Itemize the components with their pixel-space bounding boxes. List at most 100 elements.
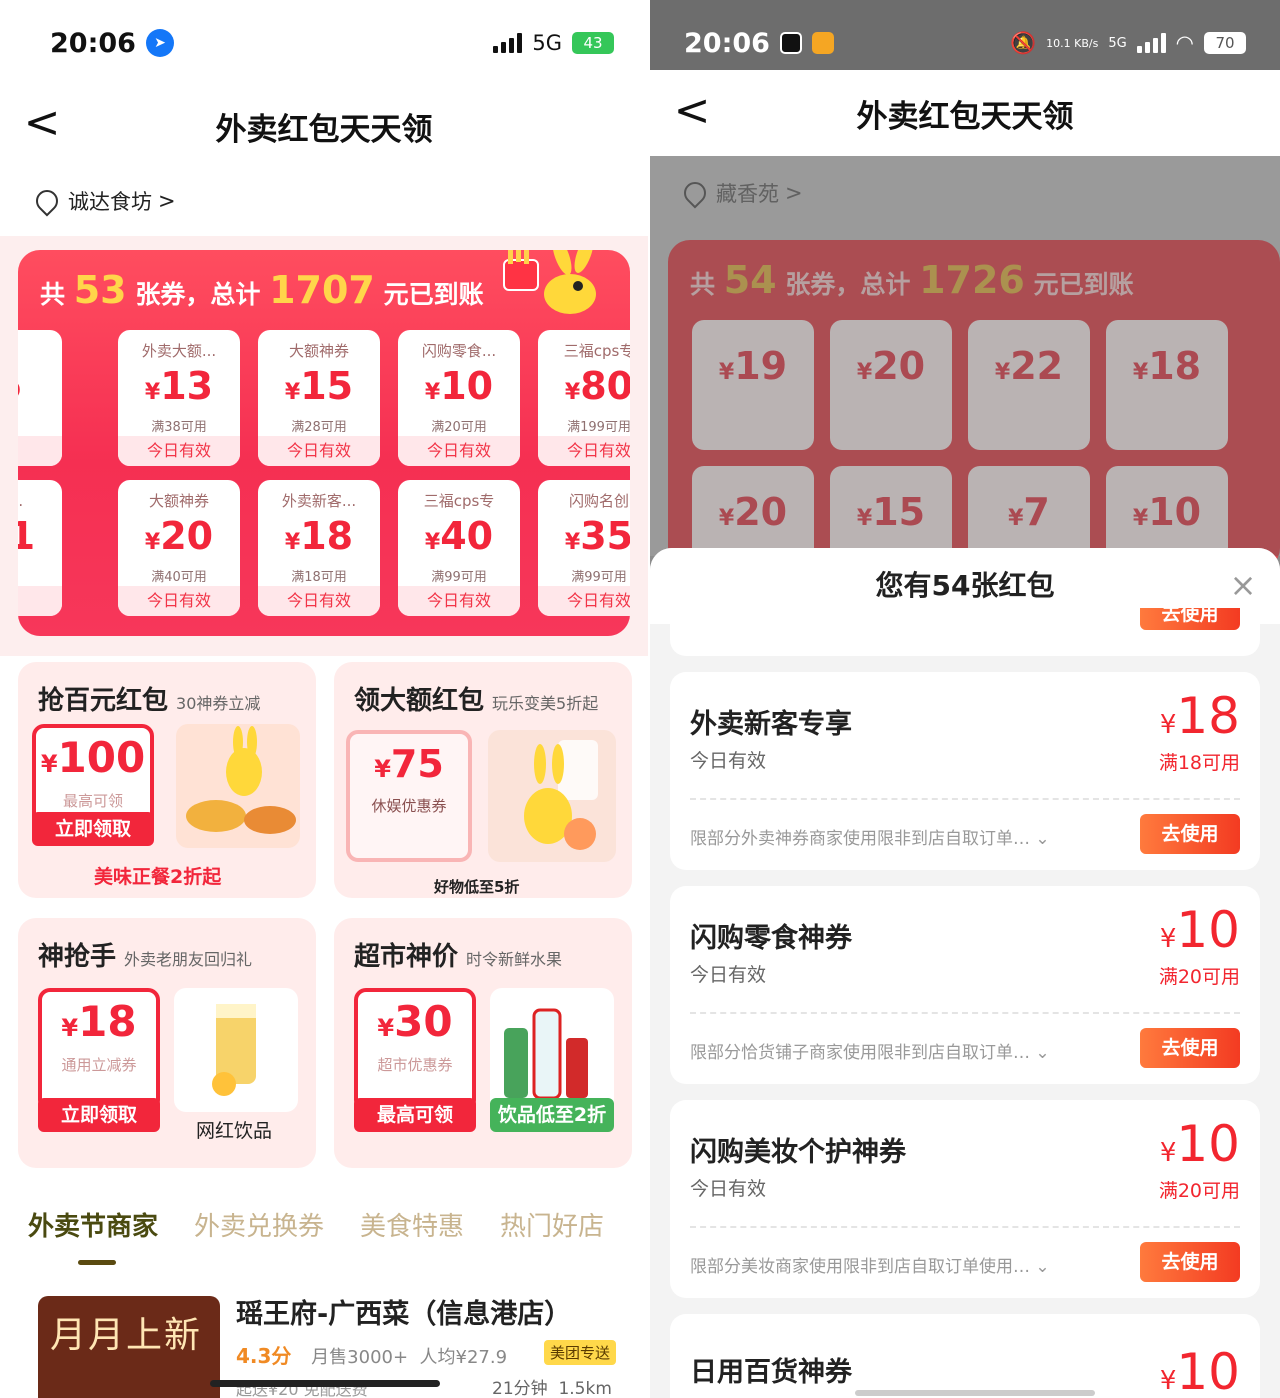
coupon-amount: ¥13 [144, 364, 214, 408]
coupon-description[interactable]: 限部分美妆商家使用限非到店自取订单使用… ⌄ [690, 1252, 1050, 1277]
coupon-validity: 今日有效 [118, 436, 240, 466]
coupon-amount: ¥10 [1159, 1343, 1240, 1398]
banner-coupon[interactable]: 闪购名创 ¥35 满99可用 今日有效 [538, 480, 630, 616]
promo-grab-100[interactable]: 抢百元红包 30神券立减 ¥100 最高可领 立即领取 美味正餐2折起 [18, 662, 316, 898]
coupon-card[interactable]: 闪购零食神券 ¥10 今日有效 满20可用 限部分恰货铺子商家使用限非到店自取订单… ⌄… [670, 886, 1260, 1084]
coupon-amount: ¥35 [564, 514, 630, 558]
coupon-name: 外卖大额... [141, 342, 217, 360]
claim-button[interactable]: 最高可领 [354, 1098, 476, 1132]
app-notification-icon [779, 32, 802, 54]
tab-food-deals[interactable]: 美食特惠 [360, 1206, 464, 1243]
delivery-badge: 美团专送 [544, 1340, 617, 1365]
banner-coupon[interactable]: 大额... ¥11 可用有效 [18, 480, 62, 616]
coupon-description[interactable]: 限部分恰货铺子商家使用限非到店自取订单… ⌄ [690, 1038, 1050, 1063]
beverage-image [490, 988, 614, 1112]
signal-icon [1136, 33, 1166, 53]
close-icon[interactable]: × [1228, 569, 1258, 601]
tab-hot-shops[interactable]: 热门好店 [500, 1206, 604, 1243]
mute-icon: 🔕 [1009, 30, 1037, 55]
location-selector[interactable]: 诚达食坊 > [31, 185, 176, 217]
battery-icon: 70 [1204, 32, 1246, 54]
promo-title: 领大额红包 玩乐变美5折起 [354, 686, 599, 716]
shop-image[interactable]: 月月上新 [38, 1296, 220, 1398]
coupon-validity: 有效 [18, 436, 62, 466]
location-arrow-icon: ➤ [145, 29, 174, 57]
claim-button[interactable]: 立即领取 [32, 812, 154, 846]
coupon-condition: 满28可用 [291, 420, 347, 435]
coupon-condition: 满38可用 [151, 420, 207, 435]
use-button[interactable]: 去使用 [1140, 1028, 1240, 1068]
banner-coupon[interactable]: 外卖大额... ¥13 满38可用 今日有效 [118, 330, 240, 466]
promo-label: 网红饮品 [196, 1120, 273, 1142]
promo-amount-card: ¥30 超市优惠券 [354, 988, 476, 1112]
signal-icon [493, 33, 523, 53]
tab-festival-merchants[interactable]: 外卖节商家 [28, 1206, 158, 1243]
app-notification-icon-2 [811, 32, 834, 54]
coupon-sheet: 您有54张红包 × 去使用 外卖新客专享 ¥18 今日有效 满18可用 限部分外卖神券商… [650, 548, 1280, 1398]
coupon-amount: ¥10 [1159, 901, 1240, 959]
banner-coupon[interactable]: 闪购零食... ¥10 满20可用 今日有效 [398, 330, 520, 466]
drink-image [174, 988, 298, 1112]
promo-quick-grab[interactable]: 神抢手 外卖老朋友回归礼 ¥18 通用立减券 立即领取 网红饮品 [18, 918, 316, 1168]
coupon-description[interactable]: 限部分外卖神券商家使用限非到店自取订单… ⌄ [690, 824, 1050, 849]
dashed-divider [690, 1012, 1240, 1014]
coupon-validity: 今日有效 [690, 750, 767, 772]
coupon-amount: ¥18 [1159, 687, 1240, 745]
promo-supermarket[interactable]: 超市神价 时令新鲜水果 ¥30 超市优惠券 最高可领 饮品低至2折 [334, 918, 632, 1168]
page-header: < 外卖红包天天领 [0, 86, 648, 166]
coupon-condition: 可用 [18, 566, 62, 585]
coupon-validity: 今日有效 [690, 964, 767, 986]
use-button[interactable]: 去使用 [1140, 1242, 1240, 1282]
page-title: 外卖红包天天领 [856, 98, 1074, 135]
coupon-card[interactable]: 外卖新客专享 ¥18 今日有效 满18可用 限部分外卖神券商家使用限非到店自取订单… ⌄… [670, 672, 1260, 870]
coupon-amount: ¥15 [284, 364, 354, 408]
status-time: 20:06 [50, 27, 136, 59]
coupon-validity: 今日有效 [398, 586, 520, 616]
coupon-name: 外卖新客... [281, 492, 357, 510]
coupon-condition: 可用 [18, 416, 62, 435]
coupon-validity: 今日有效 [538, 586, 630, 616]
right-screenshot: 20:06 🔕 10.1 KB/s 5G ◠ 70 < 外卖红包天天领 藏香苑 … [650, 0, 1280, 1398]
coupon-condition: 满99可用 [571, 570, 627, 585]
chevron-down-icon: ⌄ [1035, 829, 1050, 849]
chevron-down-icon: ⌄ [1035, 1257, 1050, 1277]
coupon-validity: 有效 [18, 586, 62, 616]
banner-coupon[interactable]: 大额神券 ¥20 满40可用 今日有效 [118, 480, 240, 616]
location-pin-icon [31, 185, 63, 217]
coupon-condition: 满199可用 [567, 420, 630, 435]
coupon-amount: ¥10 [424, 364, 494, 408]
coupon-condition: 满20可用 [1158, 966, 1240, 988]
wifi-icon: ◠ [1175, 31, 1194, 55]
claim-button[interactable]: 立即领取 [38, 1098, 160, 1132]
banner-coupon[interactable]: 三福cps专 ¥40 满99可用 今日有效 [398, 480, 520, 616]
banner-coupon[interactable]: 外卖新客... ¥18 满18可用 今日有效 [258, 480, 380, 616]
back-button[interactable]: < [672, 86, 712, 136]
shop-name[interactable]: 瑶王府-广西菜（信息港店） [236, 1292, 571, 1331]
coupon-condition: 满20可用 [431, 420, 487, 435]
banner-prefix: 共 [40, 280, 66, 309]
modal-overlay[interactable] [650, 156, 1280, 556]
promo-label: 美味正餐2折起 [94, 866, 222, 888]
promo-title: 抢百元红包 30神券立减 [38, 686, 261, 716]
use-button[interactable]: 去使用 [1140, 608, 1240, 630]
tab-exchange-coupons[interactable]: 外卖兑换券 [194, 1206, 324, 1243]
active-tab-indicator [78, 1260, 116, 1265]
banner-title: 共 53 张券，总计 1707 元已到账 [40, 268, 484, 312]
coupon-amount: ¥20 [144, 514, 214, 558]
banner-coupon[interactable]: 三福cps专 ¥80 满199可用 今日有效 [538, 330, 630, 466]
banner-coupon[interactable]: 大额神券 ¥15 满28可用 今日有效 [258, 330, 380, 466]
coupon-card[interactable]: 闪购美妆个护神券 ¥10 今日有效 满20可用 限部分美妆商家使用限非到店自取订单使用…… [670, 1100, 1260, 1298]
coupon-condition: 满18可用 [291, 570, 347, 585]
status-bar: 20:06 ➤ 5G 43 [0, 0, 648, 86]
coupon-condition: 满18可用 [1158, 752, 1240, 774]
coupon-amount: ¥10 [1159, 1115, 1240, 1173]
dashed-divider [690, 798, 1240, 800]
promo-big-redpacket[interactable]: 领大额红包 玩乐变美5折起 ¥75 休娱优惠券 好物低至5折 [334, 662, 632, 898]
coupon-validity: 今日有效 [538, 436, 630, 466]
coupon-amount: ¥11 [18, 514, 36, 558]
banner-coupon[interactable]: 神券¥6可用有效 [18, 330, 62, 466]
coupon-card[interactable]: 日用百货神券 ¥10 [670, 1314, 1260, 1398]
coupon-title: 闪购美妆个护神券 [690, 1137, 906, 1168]
use-button[interactable]: 去使用 [1140, 814, 1240, 854]
back-button[interactable]: < [22, 98, 62, 148]
